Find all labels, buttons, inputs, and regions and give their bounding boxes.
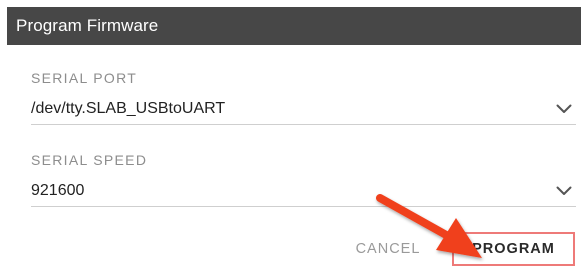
chevron-down-icon[interactable]	[556, 186, 572, 196]
chevron-down-icon[interactable]	[556, 104, 572, 114]
serial-speed-value[interactable]: 921600	[31, 182, 84, 200]
serial-port-label: SERIAL PORT	[31, 70, 138, 86]
serial-port-underline	[31, 124, 576, 125]
cancel-button[interactable]: CANCEL	[348, 236, 428, 262]
dialog-titlebar: Program Firmware	[7, 7, 581, 45]
program-button[interactable]: PROGRAM	[452, 232, 575, 266]
serial-port-value[interactable]: /dev/tty.SLAB_USBtoUART	[31, 100, 225, 118]
program-firmware-dialog: Program Firmware SERIAL PORT /dev/tty.SL…	[0, 0, 587, 268]
dialog-title: Program Firmware	[16, 16, 159, 35]
serial-speed-label: SERIAL SPEED	[31, 152, 148, 168]
serial-speed-underline	[31, 206, 576, 207]
